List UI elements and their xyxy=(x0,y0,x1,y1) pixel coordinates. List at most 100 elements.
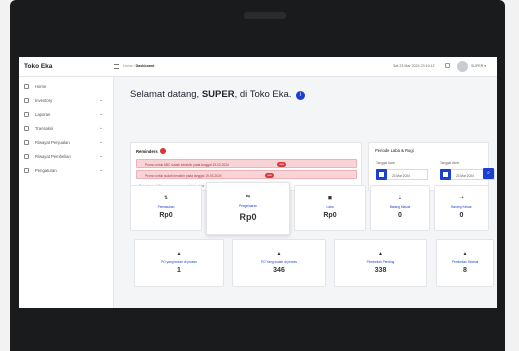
sidebar-item-riwayat-penjualan[interactable]: Riwayat Penjualan ⌄ xyxy=(24,138,112,148)
avatar[interactable] xyxy=(457,61,468,72)
chart-icon: ⇆ xyxy=(245,194,251,200)
period-title: Periode Laba & Rugi xyxy=(375,148,414,153)
new-pill: new xyxy=(265,173,274,178)
sidebar-item-label: Transaksi xyxy=(35,126,53,131)
laptop-base xyxy=(10,308,505,351)
breadcrumb-current: Dashboard xyxy=(135,64,155,68)
menu-toggle-icon[interactable] xyxy=(114,64,119,69)
reminders-badge xyxy=(159,148,166,154)
stat-label: PO Yang sudah di proses xyxy=(260,260,298,264)
stat-card: ▲ PO yang belum di proses 1 xyxy=(134,239,224,287)
chevron-down-icon: ⌄ xyxy=(99,167,104,173)
stat-value: 8 xyxy=(463,267,467,274)
stat-card: ▲ Pembelian Selesai 8 xyxy=(436,239,494,287)
sidebar-item-label: Home xyxy=(35,84,47,89)
stat-value: 1 xyxy=(177,267,181,274)
money-icon: ⇅ xyxy=(163,195,169,201)
sidebar-item-inventory[interactable]: Inventory ⌄ xyxy=(24,96,112,106)
pin-icon: ▲ xyxy=(378,251,383,257)
stat-label: PO yang belum di proses xyxy=(161,260,197,264)
sidebar-item-transaksi[interactable]: Transaksi ⌄ xyxy=(24,124,112,134)
welcome-suffix: , di Toko Eka. xyxy=(234,89,292,100)
pin-icon: ▲ xyxy=(462,251,468,257)
start-date-value: 23 Mar 2024 xyxy=(392,173,410,178)
pin-icon: ▲ xyxy=(276,251,282,257)
sidebar-item-pengaturan[interactable]: Pengaturan ⌄ xyxy=(24,166,112,176)
new-pill: new xyxy=(277,162,286,167)
stat-card: ▲ Pembelian Pending 338 xyxy=(334,239,427,287)
sidebar-item-label: Riwayat Pembelian xyxy=(35,154,71,159)
reminder-alert-text: Promo untuk sudah berakhir pada tanggal … xyxy=(145,173,222,178)
stat-card: ⇣ Barang Masuk 0 xyxy=(370,185,430,231)
top-navbar: Toko Eka Home / Dashboard Sat 23 Mar 202… xyxy=(19,57,497,77)
sidebar-item-riwayat-pembelian[interactable]: Riwayat Pembelian ⌄ xyxy=(24,152,112,162)
stat-value: 0 xyxy=(459,212,464,219)
breadcrumb-home[interactable]: Home / xyxy=(123,64,135,68)
chevron-down-icon: ⌄ xyxy=(99,111,104,117)
sidebar-item-home[interactable]: Home xyxy=(24,82,112,92)
stat-card: ⇆ Pengeluaran Rp0 xyxy=(206,182,290,235)
calendar-icon[interactable] xyxy=(445,63,450,68)
stat-label: Pembelian Selesai xyxy=(451,260,479,264)
stat-value: 346 xyxy=(273,267,285,274)
period-card: Periode Laba & Rugi Tanggal Awal Tanggal… xyxy=(368,142,495,191)
stat-label: Pembelian Pending xyxy=(366,260,395,264)
box-icon xyxy=(24,98,29,103)
datetime-display: Sat 23 Mar 2024 23:10:12 xyxy=(393,64,435,68)
cart-icon xyxy=(24,126,29,131)
stat-label: Pemasukan xyxy=(157,205,175,209)
calendar-icon[interactable] xyxy=(376,169,387,180)
stat-card: ▲ PO Yang sudah di proses 346 xyxy=(232,239,326,287)
stat-card: ⇢ Barang Keluar 0 xyxy=(434,185,489,231)
brand-logo[interactable]: Toko Eka xyxy=(24,63,52,70)
sidebar: Home Inventory ⌄ Laporan ⌄ Transaksi ⌄ Riwayat … xyxy=(19,77,114,308)
sidebar-item-label: Laporan xyxy=(35,112,51,117)
reminders-title: Reminders xyxy=(136,148,166,154)
history-icon xyxy=(24,154,29,159)
home-icon xyxy=(24,84,29,89)
stat-card: ◼ Laba Rp0 xyxy=(294,185,366,231)
search-button[interactable]: ⌕ xyxy=(483,168,494,179)
stat-label: Barang Keluar xyxy=(451,205,472,209)
wallet-icon: ◼ xyxy=(327,195,333,201)
start-date-label: Tanggal Awal xyxy=(376,161,395,165)
inbox-icon: ⇣ xyxy=(397,195,403,201)
username-label: SUPER xyxy=(471,64,484,68)
stat-label: Pengeluaran xyxy=(238,204,258,208)
end-date-value: 23 Mar 2024 xyxy=(456,173,474,178)
chevron-down-icon: ⌄ xyxy=(99,139,104,145)
chevron-down-icon: ⌄ xyxy=(99,97,104,103)
history-icon xyxy=(24,140,29,145)
reminder-alert: Promo untuk sudah berakhir pada tanggal … xyxy=(136,170,357,179)
sidebar-item-label: Pengaturan xyxy=(35,168,57,173)
breadcrumb: Home / Dashboard xyxy=(123,64,154,68)
info-icon[interactable]: i xyxy=(296,91,306,100)
pin-icon: ▲ xyxy=(176,251,182,257)
welcome-user: SUPER xyxy=(201,89,235,100)
outbox-icon: ⇢ xyxy=(459,195,464,201)
chevron-down-icon: ⌄ xyxy=(99,125,104,131)
sidebar-item-label: Riwayat Penjualan xyxy=(35,140,70,145)
camera-notch xyxy=(244,12,286,19)
welcome-prefix: Selamat datang, xyxy=(130,89,202,100)
sidebar-item-laporan[interactable]: Laporan ⌄ xyxy=(24,110,112,120)
chevron-down-icon: ⌄ xyxy=(99,153,104,159)
start-date-field[interactable]: 23 Mar 2024 xyxy=(376,169,428,180)
stat-value: Rp0 xyxy=(323,212,337,219)
gear-icon xyxy=(24,168,29,173)
stat-value: Rp0 xyxy=(159,212,173,219)
reminders-title-text: Reminders xyxy=(136,149,158,154)
stat-value: Rp0 xyxy=(239,212,257,222)
stat-value: 0 xyxy=(398,212,402,219)
end-date-label: Tanggal Akhir xyxy=(440,161,460,165)
reminder-alert-text: Promo untuk ABC sudah berakhir pada tang… xyxy=(145,162,229,167)
stat-value: 338 xyxy=(374,267,387,274)
calendar-icon[interactable] xyxy=(440,169,451,180)
username-menu[interactable]: SUPER ▾ xyxy=(471,64,486,68)
page-title: Selamat datang, SUPER, di Toko Eka. i xyxy=(130,89,306,100)
stat-label: Laba xyxy=(326,205,334,209)
stat-label: Barang Masuk xyxy=(389,205,411,209)
report-icon xyxy=(24,112,29,117)
sidebar-item-label: Inventory xyxy=(35,98,53,103)
reminder-alert: Promo untuk ABC sudah berakhir pada tang… xyxy=(136,159,357,168)
